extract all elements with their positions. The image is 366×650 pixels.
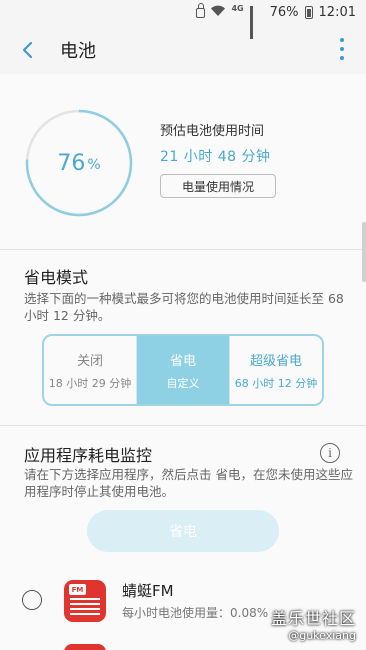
radio-app-icon: FM (64, 580, 106, 622)
page-title: 电池 (60, 41, 96, 62)
app-bar: 电池 (0, 24, 366, 74)
power-mode-selector: 关闭 18 小时 29 分钟 省电 自定义 超级省电 68 小时 12 分钟 (42, 334, 324, 406)
network-type: 4G (231, 3, 244, 13)
battery-icon (304, 5, 313, 19)
app-monitor-description: 请在下方选择应用程序，然后点击 省电，在您未使用这些应用程序时停止其使用电池。 (24, 467, 353, 499)
mode-power-saving-sub: 自定义 (166, 376, 200, 390)
clock: 12:01 (318, 4, 356, 20)
app-select-radio[interactable] (22, 590, 42, 610)
battery-status-card: 76% 预估电池使用时间 21 小时 48 分钟 电量使用情况 (0, 74, 366, 250)
estimate-label: 预估电池使用时间 (160, 124, 265, 139)
battery-level-text: 76% (24, 108, 134, 218)
fm-badge: FM (69, 584, 86, 595)
power-saving-title: 省电模式 (24, 268, 89, 287)
percent-symbol: % (87, 157, 101, 173)
battery-level-number: 76 (57, 150, 86, 176)
battery-usage-button[interactable]: 电量使用情况 (160, 174, 276, 198)
estimate-value: 21 小时 48 分钟 (160, 149, 271, 165)
more-options-button[interactable] (338, 38, 346, 60)
mode-ultra-option[interactable]: 超级省电 68 小时 12 分钟 (229, 336, 322, 404)
app-name: 蜻蜓FM (122, 582, 174, 600)
mode-ultra-label: 超级省电 (249, 353, 302, 369)
watermark: 盖乐世社区 @gukexiang (271, 605, 356, 642)
signal-icon (249, 6, 264, 39)
mode-power-saving-label: 省电 (169, 353, 196, 369)
battery-percent-text: 76% (269, 4, 299, 20)
status-bar: 4G 76% 12:01 (0, 0, 366, 39)
watermark-user: @gukexiang (288, 629, 356, 642)
mode-power-saving-option[interactable]: 省电 自定义 (136, 336, 229, 404)
back-button[interactable] (14, 36, 42, 64)
power-saving-card: 省电模式 选择下面的一种模式最多可将您的电池使用时间延长至 68 小时 12 分… (0, 250, 366, 426)
next-app-icon (64, 644, 106, 650)
app-monitor-title: 应用程序耗电监控 (24, 446, 153, 465)
back-arrow-icon (22, 41, 33, 59)
mode-off-label: 关闭 (76, 353, 103, 369)
mode-ultra-time: 68 小时 12 分钟 (234, 376, 318, 390)
edge-panel-handle[interactable] (362, 222, 366, 282)
lock-icon (196, 3, 206, 18)
save-power-button[interactable]: 省电 (87, 510, 279, 552)
watermark-title: 盖乐世社区 (270, 609, 356, 628)
info-icon[interactable]: i (320, 443, 340, 463)
mode-off-time: 18 小时 29 分钟 (48, 376, 132, 390)
mode-off-option[interactable]: 关闭 18 小时 29 分钟 (44, 336, 136, 404)
power-saving-description: 选择下面的一种模式最多可将您的电池使用时间延长至 68 小时 12 分钟。 (24, 291, 344, 323)
more-vertical-icon (340, 38, 344, 42)
wifi-icon (211, 5, 226, 20)
app-usage: 每小时电池使用量：0.08% (122, 606, 269, 620)
